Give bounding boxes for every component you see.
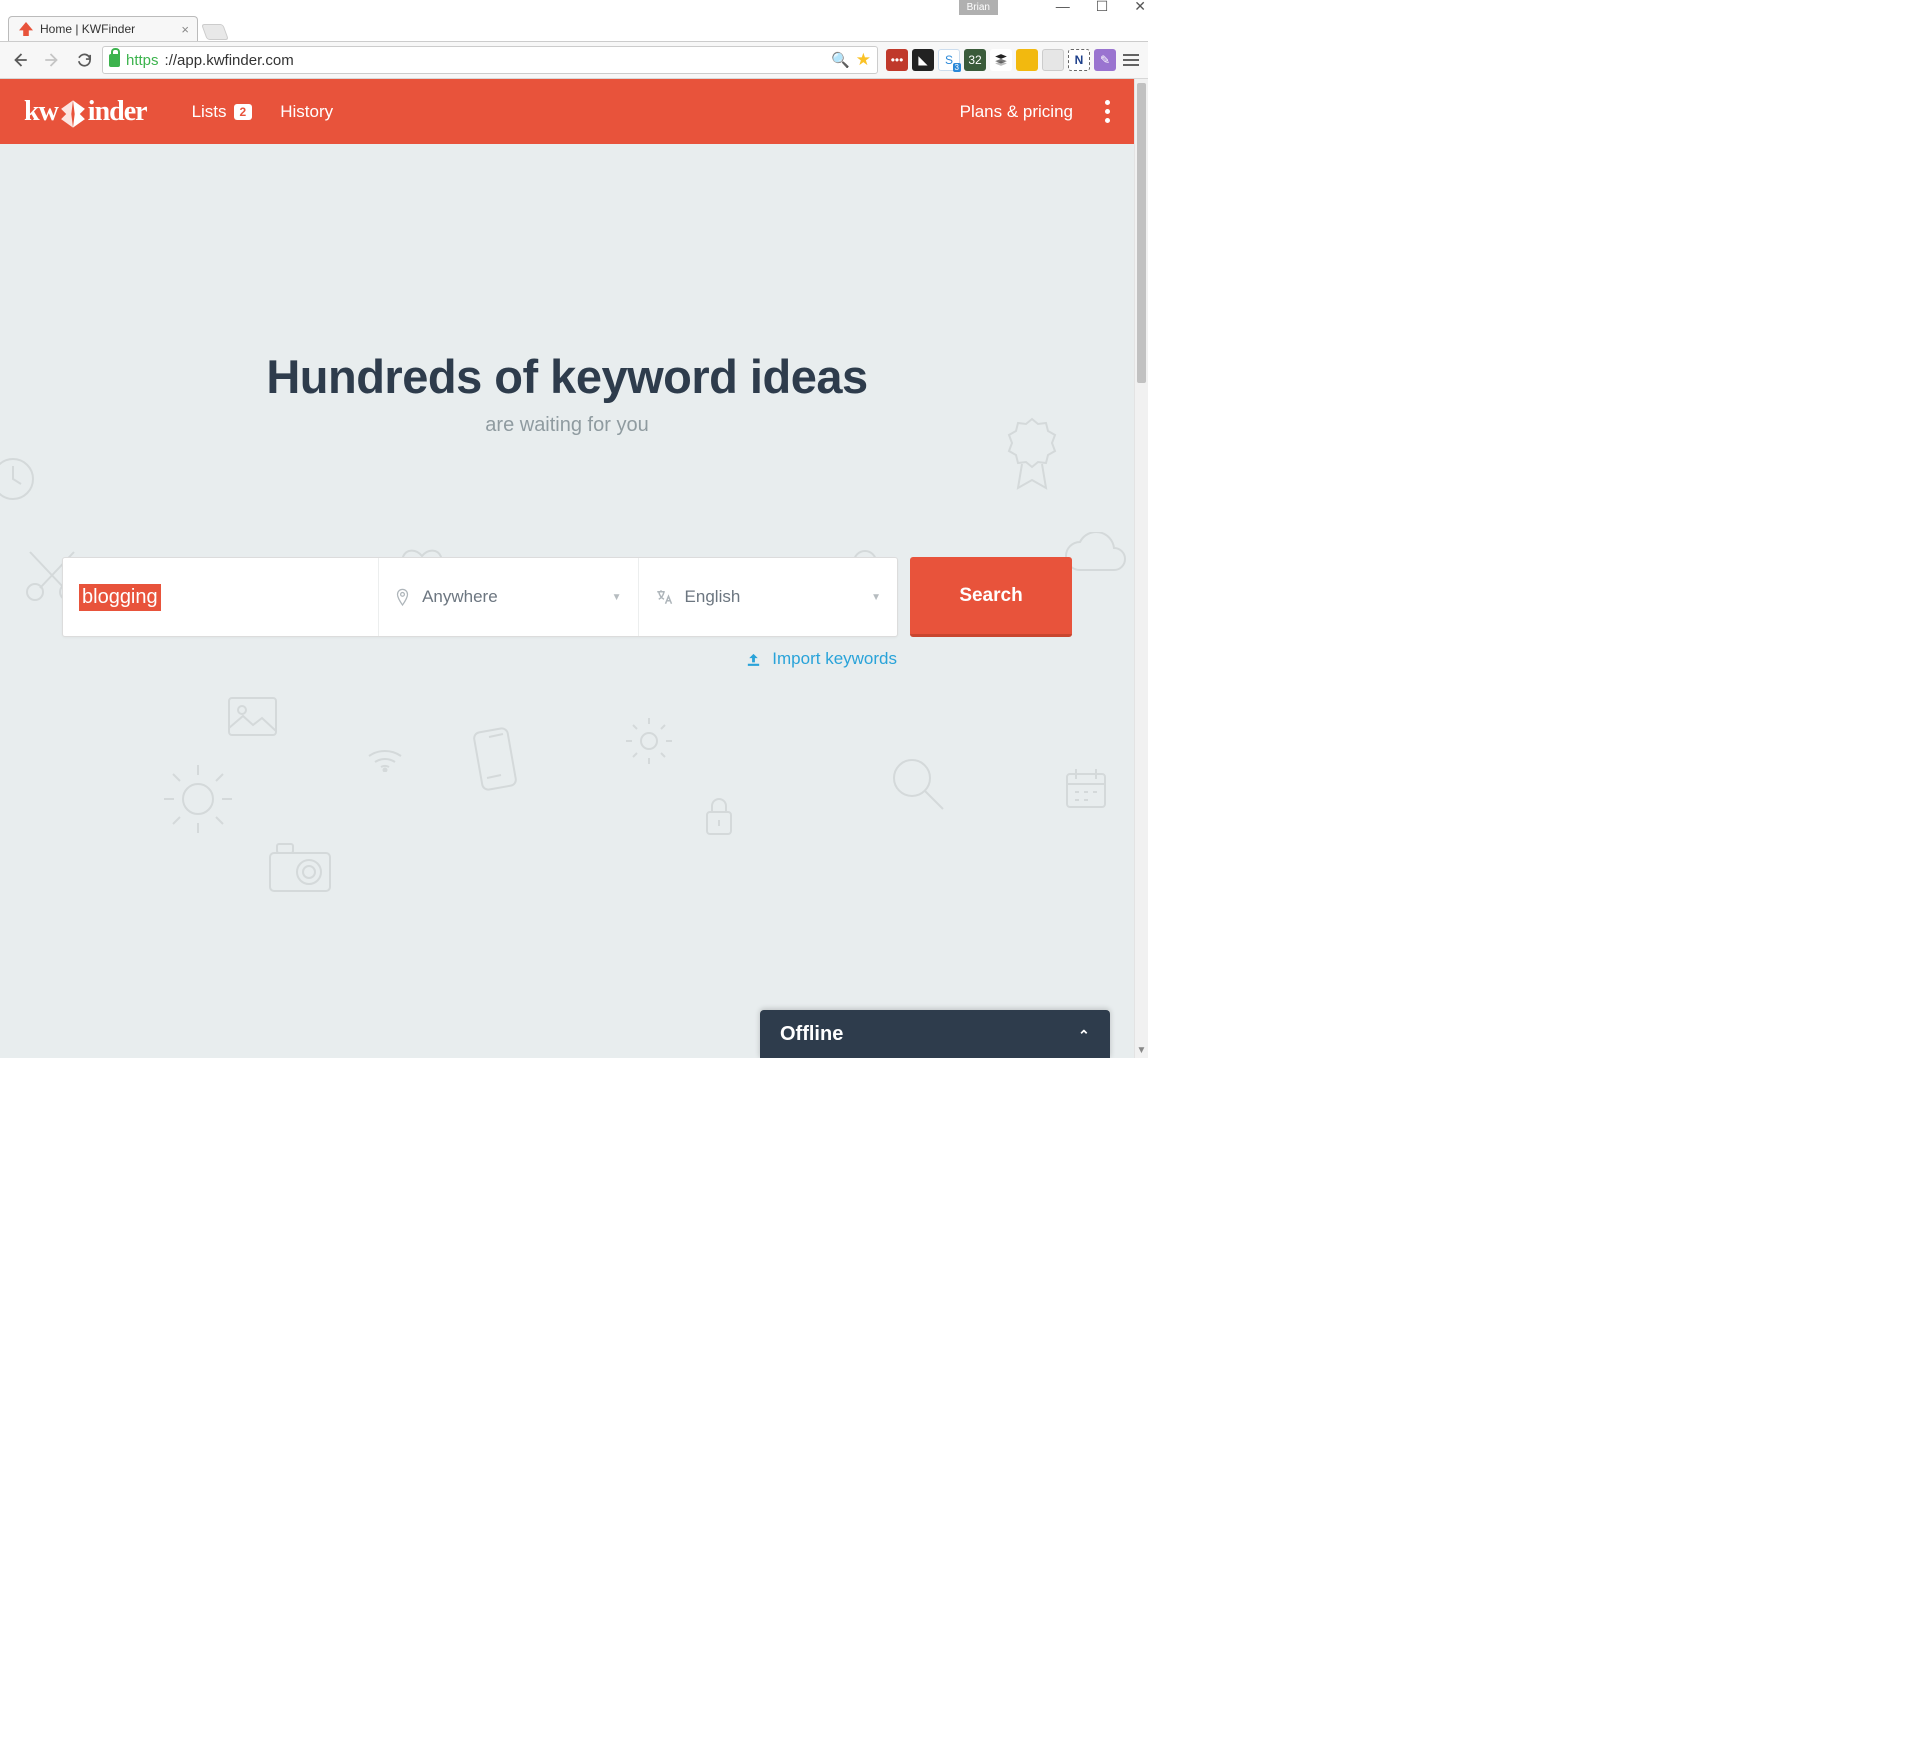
nav-history[interactable]: History xyxy=(280,102,333,122)
import-keywords-link[interactable]: Import keywords xyxy=(745,649,897,669)
sun-icon xyxy=(158,759,238,839)
import-keywords-label: Import keywords xyxy=(772,649,897,669)
app-viewport: kw inder Lists 2 History Plans & pricing xyxy=(0,79,1134,1058)
nav-plans-pricing[interactable]: Plans & pricing xyxy=(960,102,1073,122)
browser-toolbar: https ://app.kwfinder.com 🔍 ★ ••• ◣ S3 3… xyxy=(0,41,1148,79)
extension-buffer-icon[interactable] xyxy=(990,49,1012,71)
location-pin-icon xyxy=(395,588,410,607)
chevron-up-icon: ⌄ xyxy=(1078,1026,1090,1043)
window-minimize-button[interactable]: — xyxy=(1056,0,1070,12)
hero-subtitle: are waiting for you xyxy=(0,414,1134,437)
calendar-icon xyxy=(1062,764,1110,812)
extension-pencil-icon[interactable]: ✎ xyxy=(1094,49,1116,71)
bookmark-star-icon[interactable]: ★ xyxy=(856,50,871,70)
tab-title: Home | KWFinder xyxy=(40,22,135,36)
browser-tab[interactable]: Home | KWFinder × xyxy=(8,16,198,41)
phone-icon xyxy=(470,724,520,794)
nav-lists[interactable]: Lists 2 xyxy=(192,102,253,122)
nav-history-label: History xyxy=(280,102,333,122)
extension-yellow-icon[interactable] xyxy=(1016,49,1038,71)
clock-icon xyxy=(0,454,38,504)
chat-status: Offline xyxy=(780,1023,843,1046)
scrollbar-thumb[interactable] xyxy=(1137,83,1146,383)
back-button[interactable] xyxy=(6,46,34,74)
extension-doc-icon[interactable] xyxy=(1042,49,1064,71)
language-select[interactable]: English ▼ xyxy=(638,558,897,636)
logo-text-post: inder xyxy=(88,96,147,128)
extension-n-icon[interactable]: N xyxy=(1068,49,1090,71)
search-card: blogging Anywhere ▼ English ▼ xyxy=(62,557,898,637)
extension-calendar-icon[interactable]: 32 xyxy=(964,49,986,71)
lock-icon xyxy=(109,54,120,67)
vertical-scrollbar[interactable]: ▼ xyxy=(1134,79,1148,1058)
magnifier-icon xyxy=(888,754,948,814)
scroll-down-arrow[interactable]: ▼ xyxy=(1135,1045,1148,1056)
primary-nav: Lists 2 History xyxy=(192,102,334,122)
keyword-input-cell[interactable]: blogging xyxy=(63,558,378,636)
zoom-icon[interactable]: 🔍 xyxy=(831,51,850,69)
logo-text-pre: kw xyxy=(24,96,58,128)
new-tab-button[interactable] xyxy=(201,24,229,40)
address-bar[interactable]: https ://app.kwfinder.com 🔍 ★ xyxy=(102,46,878,74)
window-maximize-button[interactable]: ☐ xyxy=(1096,0,1109,12)
padlock-icon xyxy=(702,794,736,838)
camera-icon xyxy=(265,839,335,894)
extension-pocket-icon[interactable]: ◣ xyxy=(912,49,934,71)
gear-icon xyxy=(622,714,677,769)
extension-icons: ••• ◣ S3 32 N ✎ xyxy=(882,49,1142,71)
forward-button[interactable] xyxy=(38,46,66,74)
tab-close-button[interactable]: × xyxy=(181,22,189,37)
favicon-icon xyxy=(19,22,33,36)
browser-tabstrip: Home | KWFinder × xyxy=(0,16,1148,41)
wifi-icon xyxy=(365,744,405,772)
logo-fox-icon xyxy=(58,97,88,127)
url-scheme: https xyxy=(126,52,159,69)
profile-badge[interactable]: Brian xyxy=(959,0,998,15)
location-value: Anywhere xyxy=(422,587,498,607)
nav-lists-badge: 2 xyxy=(234,104,253,120)
upload-icon xyxy=(745,652,762,667)
kwfinder-logo[interactable]: kw inder xyxy=(24,96,147,128)
window-titlebar: Brian — ☐ ✕ xyxy=(0,0,1148,16)
chevron-down-icon: ▼ xyxy=(612,592,622,603)
more-menu-button[interactable] xyxy=(1105,100,1110,123)
location-select[interactable]: Anywhere ▼ xyxy=(378,558,637,636)
extension-lastpass-icon[interactable]: ••• xyxy=(886,49,908,71)
image-icon xyxy=(225,694,280,739)
window-close-button[interactable]: ✕ xyxy=(1134,0,1146,12)
nav-lists-label: Lists xyxy=(192,102,227,122)
page-body: Hundreds of keyword ideas are waiting fo… xyxy=(0,144,1134,1058)
translate-icon xyxy=(655,588,673,606)
url-text: ://app.kwfinder.com xyxy=(165,52,826,69)
search-row: blogging Anywhere ▼ English ▼ Search xyxy=(62,557,1072,637)
chat-widget[interactable]: Offline ⌄ xyxy=(760,1010,1110,1058)
extension-skype-icon[interactable]: S3 xyxy=(938,49,960,71)
chrome-menu-button[interactable] xyxy=(1120,49,1142,71)
reload-button[interactable] xyxy=(70,46,98,74)
chevron-down-icon: ▼ xyxy=(871,592,881,603)
hero-title: Hundreds of keyword ideas xyxy=(0,349,1134,404)
hero: Hundreds of keyword ideas are waiting fo… xyxy=(0,144,1134,437)
app-header: kw inder Lists 2 History Plans & pricing xyxy=(0,79,1134,144)
search-button[interactable]: Search xyxy=(910,557,1072,637)
keyword-input[interactable]: blogging xyxy=(79,584,161,611)
language-value: English xyxy=(685,587,741,607)
